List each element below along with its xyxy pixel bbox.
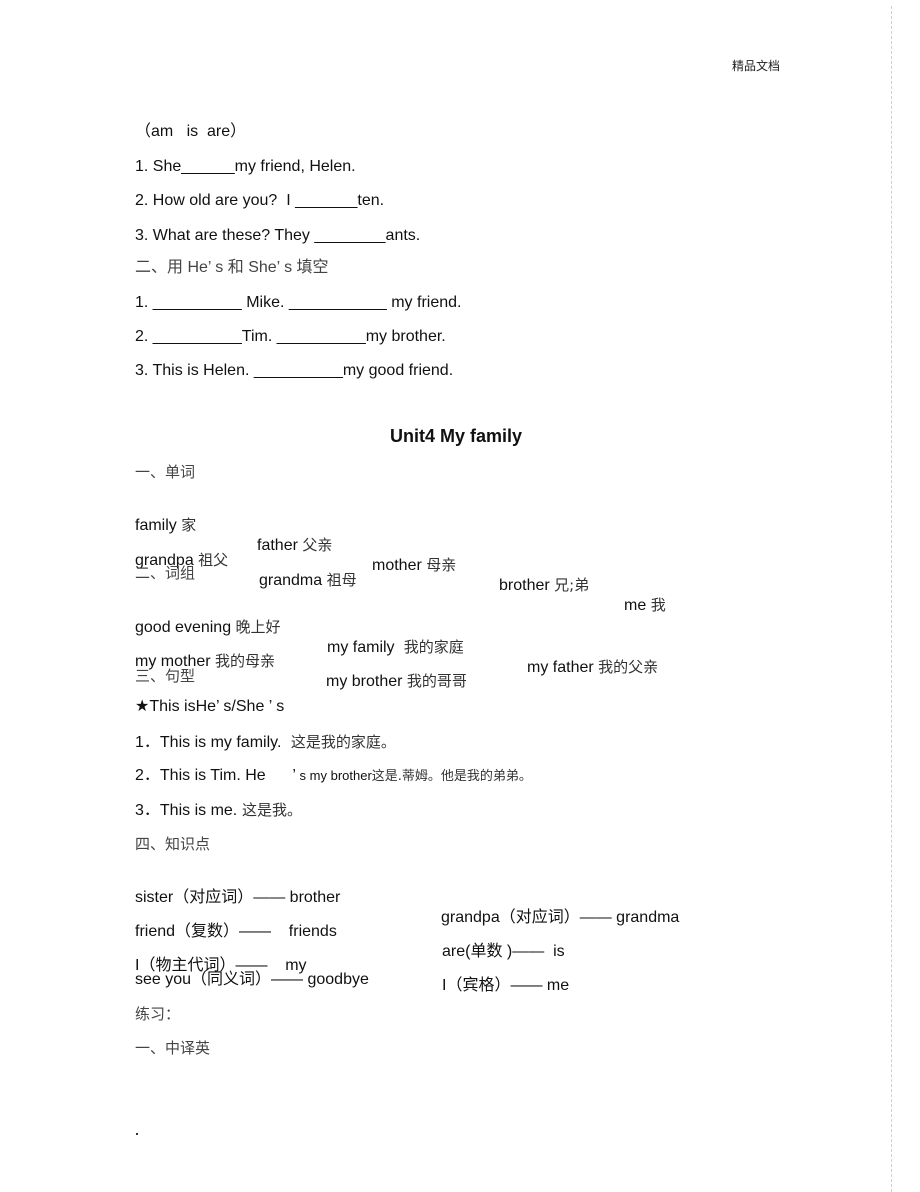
section-heading: 二、词组 [135, 564, 196, 582]
section-heading: 四、知识点 [135, 835, 211, 853]
options-line: （am is are） [135, 123, 247, 140]
example-sentence: 1．This is my family. 这是我的家庭。 [135, 733, 396, 751]
exercise-item: 1. She______my friend, Helen. [135, 158, 356, 175]
example-sentence: 3．This is me. 这是我。 [135, 801, 303, 819]
exercise-item: 2. __________Tim. __________my brother. [135, 328, 446, 345]
section-heading: 二、用 He’ s 和 She’ s 填空 [135, 259, 329, 276]
unit-title: Unit4 My family [389, 426, 523, 446]
footer-dot [136, 1133, 138, 1135]
exercise-item: 3. This is Helen. __________my good frie… [135, 362, 454, 379]
exercise-item: 2. How old are you? I _______ten. [135, 192, 385, 209]
practice-subheading: 一、中译英 [135, 1039, 211, 1057]
section-heading: 一、单词 [135, 463, 196, 481]
knowledge-item: see you（同义词）—— goodbye [135, 971, 369, 988]
section-heading: 三、句型 [135, 667, 196, 685]
header-label: 精品文档 [732, 59, 781, 73]
phrase-item: my brother 我的哥哥 [326, 672, 467, 690]
exercise-item: 3. What are these? They ________ants. [135, 227, 421, 244]
exercise-item: 1. __________ Mike. ___________ my frien… [135, 294, 462, 311]
example-sentence: 2．This is Tim. He ’ s my brother这是.蒂姆。他是… [135, 767, 532, 784]
sentence-pattern: ★This isHe’ s/She ’ s [135, 698, 285, 715]
practice-heading: 练习： [135, 1005, 181, 1023]
knowledge-item: I（宾格）—— me [442, 977, 570, 994]
word-item: grandma 祖母 [259, 571, 357, 589]
